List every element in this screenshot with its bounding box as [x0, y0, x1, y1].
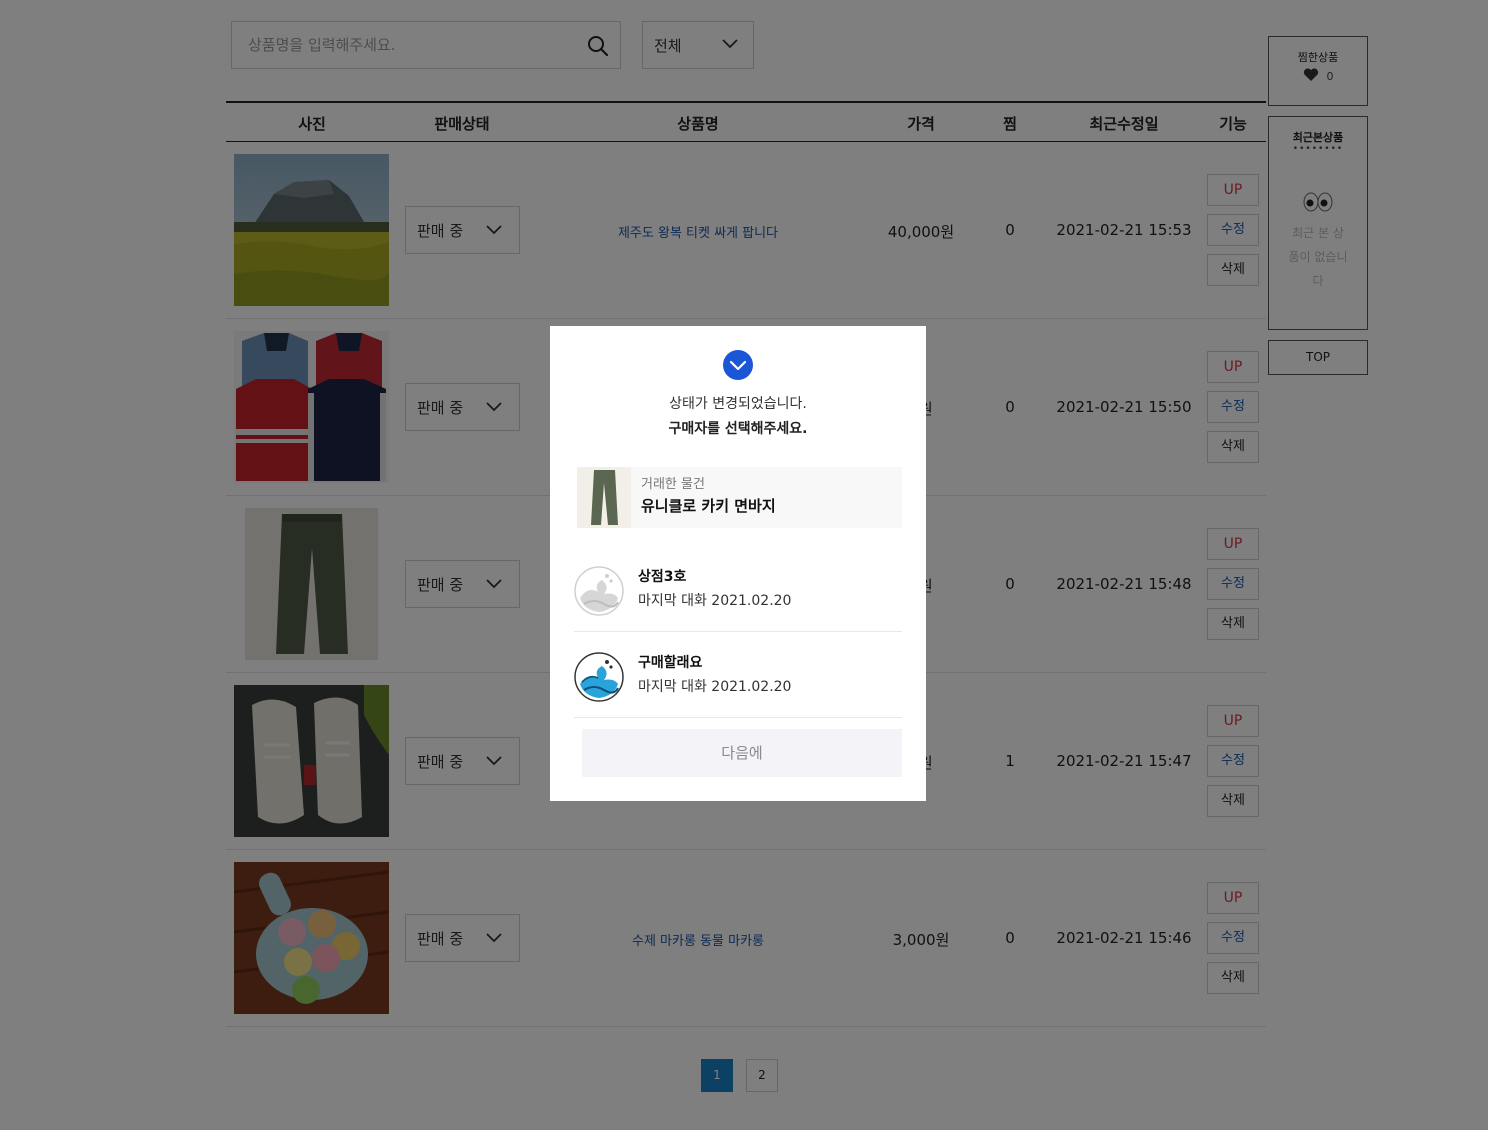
buyer-option[interactable]: 상점3호 마지막 대화 2021.02.20 — [574, 546, 902, 632]
status-changed-message: 상태가 변경되었습니다. — [669, 396, 807, 412]
buyer-name: 구매할래요 — [638, 655, 703, 671]
buyer-select-modal: 상태가 변경되었습니다. 구매자를 선택해주세요. 거래한 물건 유니클로 카키… — [550, 326, 926, 801]
check-circle-icon — [723, 350, 753, 380]
traded-item-name: 유니클로 카키 면바지 — [641, 497, 776, 515]
buyer-last-chat: 마지막 대화 2021.02.20 — [638, 679, 792, 695]
buyer-name: 상점3호 — [638, 569, 687, 585]
later-button[interactable]: 다음에 — [582, 729, 902, 777]
buyer-last-chat: 마지막 대화 2021.02.20 — [638, 593, 792, 609]
traded-item-caption: 거래한 물건 — [641, 477, 705, 492]
wave-avatar-icon — [574, 652, 624, 702]
select-buyer-message: 구매자를 선택해주세요. — [668, 421, 808, 437]
traded-item-card: 거래한 물건 유니클로 카키 면바지 — [577, 467, 902, 528]
traded-item-thumbnail — [577, 467, 631, 528]
buyer-option[interactable]: 구매할래요 마지막 대화 2021.02.20 — [574, 632, 902, 718]
wave-avatar-icon — [574, 566, 624, 616]
